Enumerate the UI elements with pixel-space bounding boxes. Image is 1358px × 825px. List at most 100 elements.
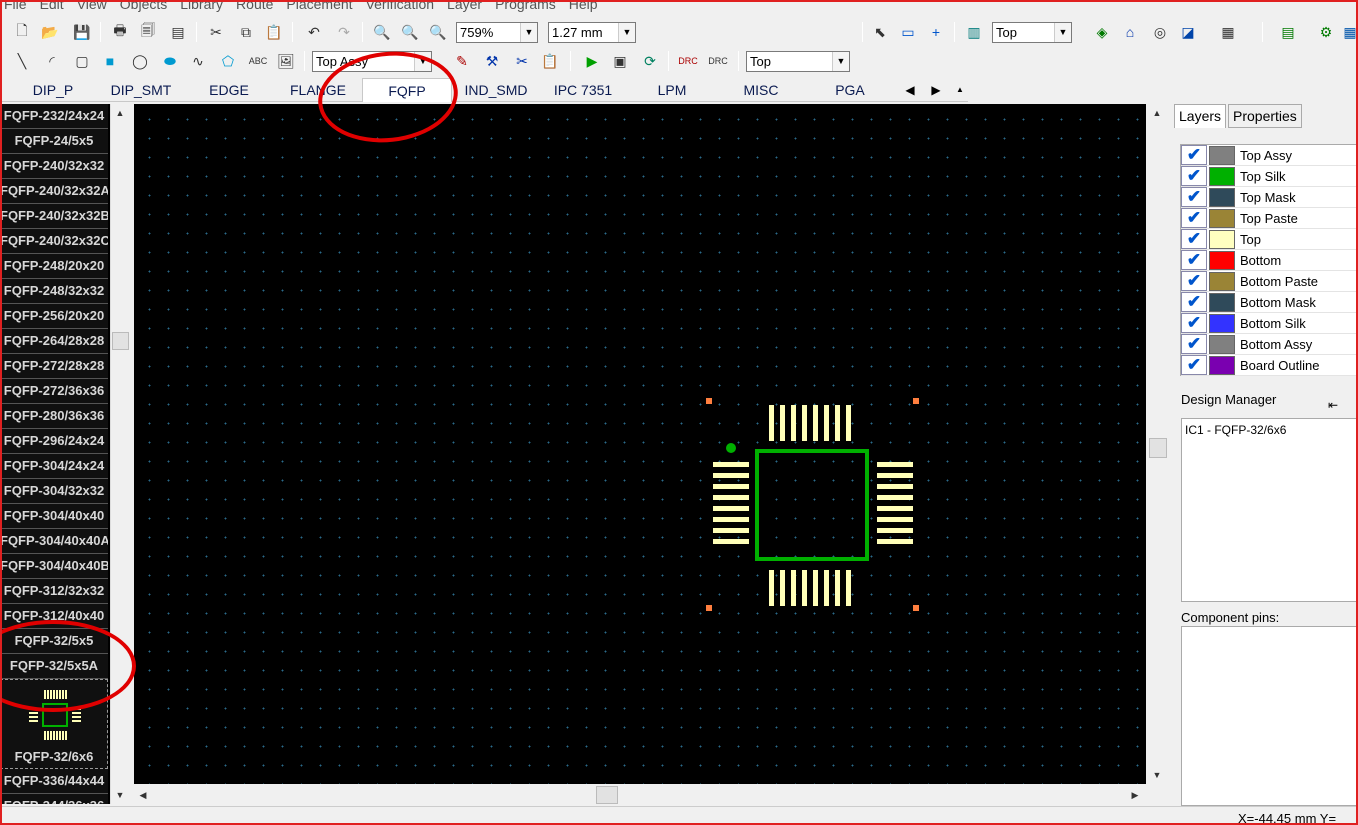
scroll-up-icon[interactable]: ▲ — [1148, 104, 1166, 122]
table-icon[interactable]: ▦ — [1218, 22, 1238, 42]
layer-color-swatch[interactable] — [1209, 166, 1235, 186]
print-icon[interactable]: 🖶 — [110, 22, 130, 42]
library-item[interactable]: FQFP-264/28x28 — [0, 329, 108, 354]
menu-item-programs[interactable]: Programs — [491, 0, 565, 14]
layer-color-swatch[interactable] — [1209, 313, 1235, 333]
checkbox-checked-icon[interactable]: ✔ — [1181, 166, 1207, 186]
library-item[interactable]: FQFP-240/32x32B — [0, 204, 108, 229]
layer-row[interactable]: ✔ Top Paste — [1181, 208, 1357, 229]
scroll-down-icon[interactable]: ▼ — [1148, 766, 1166, 784]
layer-row[interactable]: ✔ Bottom Mask — [1181, 292, 1357, 313]
ellipse-icon[interactable]: ◯ — [130, 51, 150, 71]
polygon-icon[interactable]: ◪ — [1178, 22, 1198, 42]
route-icon[interactable]: ⌂ — [1120, 22, 1140, 42]
layer-row[interactable]: ✔ Bottom Paste — [1181, 271, 1357, 292]
cut-icon[interactable]: ✂ — [206, 22, 226, 42]
tab-pga[interactable]: PGA — [822, 78, 878, 102]
library-item[interactable]: FQFP-248/20x20 — [0, 254, 108, 279]
layer-row[interactable]: ✔ Board Outline — [1181, 355, 1357, 376]
library-item[interactable]: FQFP-24/5x5 — [0, 129, 108, 154]
autoroute-icon[interactable]: ▤ — [1278, 22, 1298, 42]
new-file-icon[interactable]: 🗋 — [12, 22, 32, 42]
library-item[interactable]: FQFP-240/32x32C — [0, 229, 108, 254]
checkbox-checked-icon[interactable]: ✔ — [1181, 355, 1207, 375]
filled-rectangle-icon[interactable]: ■ — [100, 51, 120, 71]
polygon-draw-icon[interactable]: ⬠ — [218, 51, 238, 71]
library-item-selected[interactable]: FQFP-32/6x6 — [0, 679, 108, 769]
collapse-icon[interactable]: ⇤ — [1328, 398, 1338, 412]
disconnect-icon[interactable]: ✂ — [512, 51, 532, 71]
undo-icon[interactable]: ↶ — [304, 22, 324, 42]
paste-icon[interactable]: 📋 — [264, 22, 284, 42]
rectangle-icon[interactable]: ▢ — [72, 51, 92, 71]
menu-item-file[interactable]: File — [0, 0, 36, 14]
wizard-icon[interactable]: ✎ — [452, 51, 472, 71]
scroll-thumb[interactable] — [1149, 438, 1167, 458]
menu-item-edit[interactable]: Edit — [36, 0, 73, 14]
canvas-horizontal-scrollbar[interactable]: ◀ ▶ — [134, 786, 1146, 804]
library-item[interactable]: FQFP-344/36x36 — [0, 794, 108, 804]
checkbox-checked-icon[interactable]: ✔ — [1181, 208, 1207, 228]
layer-color-swatch[interactable] — [1209, 271, 1235, 291]
checkbox-checked-icon[interactable]: ✔ — [1181, 229, 1207, 249]
drc-check-icon[interactable]: DRC — [678, 51, 698, 71]
scroll-thumb[interactable] — [112, 332, 129, 350]
menu-item-help[interactable]: Help — [565, 0, 607, 14]
layer-select-1[interactable]: Top ▼ — [992, 22, 1072, 43]
layer-color-swatch[interactable] — [1209, 208, 1235, 228]
copy-icon[interactable]: ⧉ — [236, 22, 256, 42]
menu-item-route[interactable]: Route — [232, 0, 282, 14]
checkbox-checked-icon[interactable]: ✔ — [1181, 271, 1207, 291]
library-item[interactable]: FQFP-304/32x32 — [0, 479, 108, 504]
zoom-fit-icon[interactable]: 🔍 — [428, 22, 448, 42]
layer-color-swatch[interactable] — [1209, 334, 1235, 354]
redo-icon[interactable]: ↷ — [334, 22, 354, 42]
layer-row[interactable]: ✔ Top — [1181, 229, 1357, 250]
library-item[interactable]: FQFP-312/32x32 — [0, 579, 108, 604]
library-item[interactable]: FQFP-304/24x24 — [0, 454, 108, 479]
via-icon[interactable]: ◈ — [1092, 22, 1112, 42]
assy-layer-select[interactable]: Top Assy ▼ — [312, 51, 432, 72]
arc-icon[interactable]: ◜ — [42, 51, 62, 71]
scroll-up-icon[interactable]: ▲ — [111, 104, 129, 122]
library-item[interactable]: FQFP-280/36x36 — [0, 404, 108, 429]
export-icon[interactable]: ▣ — [610, 51, 630, 71]
library-item[interactable]: FQFP-304/40x40A — [0, 529, 108, 554]
library-item[interactable]: FQFP-304/40x40B — [0, 554, 108, 579]
zoom-select[interactable]: 759% ▼ — [456, 22, 538, 43]
select-arrow-icon[interactable]: ⬉ — [870, 22, 890, 42]
library-item[interactable]: FQFP-32/5x5 — [0, 629, 108, 654]
menu-item-layer[interactable]: Layer — [443, 0, 491, 14]
layer-row[interactable]: ✔ Bottom Assy — [1181, 334, 1357, 355]
tab-scroll-right-icon[interactable]: ▶ — [926, 80, 946, 100]
checkbox-checked-icon[interactable]: ✔ — [1181, 187, 1207, 207]
run-icon[interactable]: ▶ — [582, 51, 602, 71]
library-item[interactable]: FQFP-296/24x24 — [0, 429, 108, 454]
netlist-icon[interactable]: ⚙ — [1316, 22, 1336, 42]
tab-properties[interactable]: Properties — [1228, 104, 1302, 128]
layer-color-swatch[interactable] — [1209, 292, 1235, 312]
menu-item-verification[interactable]: Verification — [362, 0, 443, 14]
open-folder-icon[interactable]: 📂 — [40, 22, 60, 42]
tab-lpm[interactable]: LPM — [642, 78, 702, 102]
library-item[interactable]: FQFP-312/40x40 — [0, 604, 108, 629]
zoom-in-icon[interactable]: 🔍 — [372, 22, 392, 42]
scroll-left-icon[interactable]: ◀ — [134, 786, 152, 804]
library-item[interactable]: FQFP-32/5x5A — [0, 654, 108, 679]
library-item[interactable]: FQFP-272/36x36 — [0, 379, 108, 404]
line-icon[interactable]: ╲ — [12, 51, 32, 71]
library-item[interactable]: FQFP-336/44x44 — [0, 769, 108, 794]
refresh-icon[interactable]: ⟳ — [640, 51, 660, 71]
layer-color-swatch[interactable] — [1209, 145, 1235, 165]
tab-flange[interactable]: FLANGE — [280, 78, 356, 102]
report-icon[interactable]: ▤ — [168, 22, 188, 42]
library-item[interactable]: FQFP-240/32x32A — [0, 179, 108, 204]
scroll-right-icon[interactable]: ▶ — [1126, 786, 1144, 804]
layer-row[interactable]: ✔ Top Silk — [1181, 166, 1357, 187]
library-item[interactable]: FQFP-240/32x32 — [0, 154, 108, 179]
tab-scroll-left-icon[interactable]: ◀ — [900, 80, 920, 100]
library-scrollbar[interactable]: ▲ ▼ — [110, 104, 130, 804]
library-item[interactable]: FQFP-248/32x32 — [0, 279, 108, 304]
clipboard-icon[interactable]: 📋 — [540, 51, 560, 71]
grid-select[interactable]: 1.27 mm ▼ — [548, 22, 636, 43]
